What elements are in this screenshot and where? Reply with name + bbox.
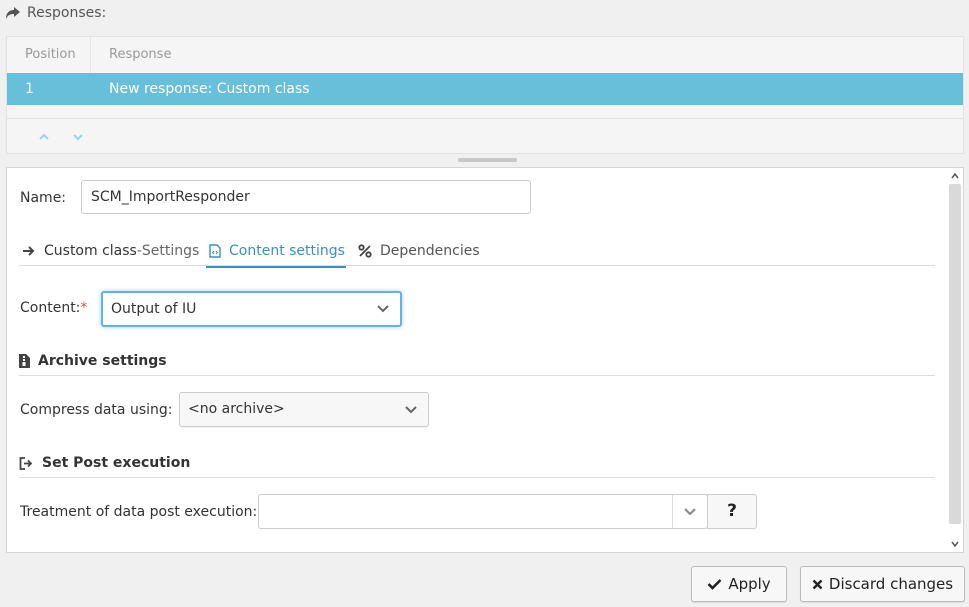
name-label: Name: <box>20 190 67 206</box>
select-divider <box>672 495 673 528</box>
tab-content-settings[interactable]: Content settings <box>206 236 346 268</box>
section-title: Archive settings <box>38 353 167 369</box>
chevron-down-icon <box>377 305 389 313</box>
tab-label: Content settings <box>229 243 345 259</box>
tab-label: Custom class <box>44 243 137 259</box>
post-execution-section: Set Post execution <box>19 451 935 478</box>
compress-select-value: <no archive> <box>188 401 285 417</box>
check-icon <box>707 579 722 590</box>
move-up-icon[interactable] <box>36 129 52 145</box>
discard-changes-button[interactable]: Discard changes <box>800 566 965 602</box>
content-select-value: Output of IU <box>111 301 197 317</box>
file-code-icon <box>209 244 221 258</box>
compress-label: Compress data using: <box>20 402 173 418</box>
close-icon <box>812 579 823 589</box>
column-header-response[interactable]: Response <box>109 37 171 73</box>
response-detail-panel: Name: SCM_ImportResponder Custom class -S… <box>6 167 964 553</box>
help-button[interactable]: ? <box>707 494 757 529</box>
apply-label: Apply <box>728 575 771 593</box>
row-position: 1 <box>25 81 34 97</box>
scrollbar-thumb[interactable] <box>949 184 961 524</box>
share-arrow-icon <box>6 7 20 19</box>
sign-out-icon <box>19 456 33 470</box>
responses-grid: Position Response 1 New response: Custom… <box>6 36 964 154</box>
tab-divider <box>19 265 935 266</box>
scroll-up-icon[interactable] <box>950 171 960 181</box>
splitter-handle[interactable] <box>458 158 517 162</box>
section-title: Set Post execution <box>42 455 191 471</box>
percent-icon <box>358 244 372 258</box>
table-row[interactable]: 1 New response: Custom class <box>7 73 963 105</box>
apply-button[interactable]: Apply <box>691 566 787 602</box>
chevron-down-icon <box>405 405 417 413</box>
column-header-position[interactable]: Position <box>7 37 91 73</box>
tab-custom-class-settings[interactable]: Custom class -Settings <box>22 236 199 266</box>
chevron-down-icon <box>684 507 696 515</box>
archive-settings-section: Archive settings <box>19 349 935 376</box>
tab-label: Dependencies <box>380 243 480 259</box>
responses-title: Responses: <box>27 5 107 21</box>
content-label-text: Content: <box>20 300 81 316</box>
post-execution-select[interactable] <box>258 494 708 529</box>
tab-label-suffix: -Settings <box>136 243 200 259</box>
scroll-down-icon[interactable] <box>950 539 960 549</box>
arrow-right-icon <box>23 246 35 256</box>
name-input[interactable]: SCM_ImportResponder <box>81 180 531 214</box>
file-archive-icon <box>19 354 30 368</box>
grid-divider <box>7 118 963 119</box>
content-label: Content:* <box>20 300 87 316</box>
tab-dependencies[interactable]: Dependencies <box>358 236 480 266</box>
discard-label: Discard changes <box>828 575 954 593</box>
post-execution-label: Treatment of data post execution: <box>20 504 258 520</box>
required-marker: * <box>80 300 88 316</box>
compress-select[interactable]: <no archive> <box>179 392 429 427</box>
row-response: New response: Custom class <box>109 81 310 97</box>
panel-scrollbar[interactable] <box>947 168 963 552</box>
content-select[interactable]: Output of IU <box>101 291 402 327</box>
move-down-icon[interactable] <box>70 129 86 145</box>
responses-header: Responses: <box>5 4 106 22</box>
